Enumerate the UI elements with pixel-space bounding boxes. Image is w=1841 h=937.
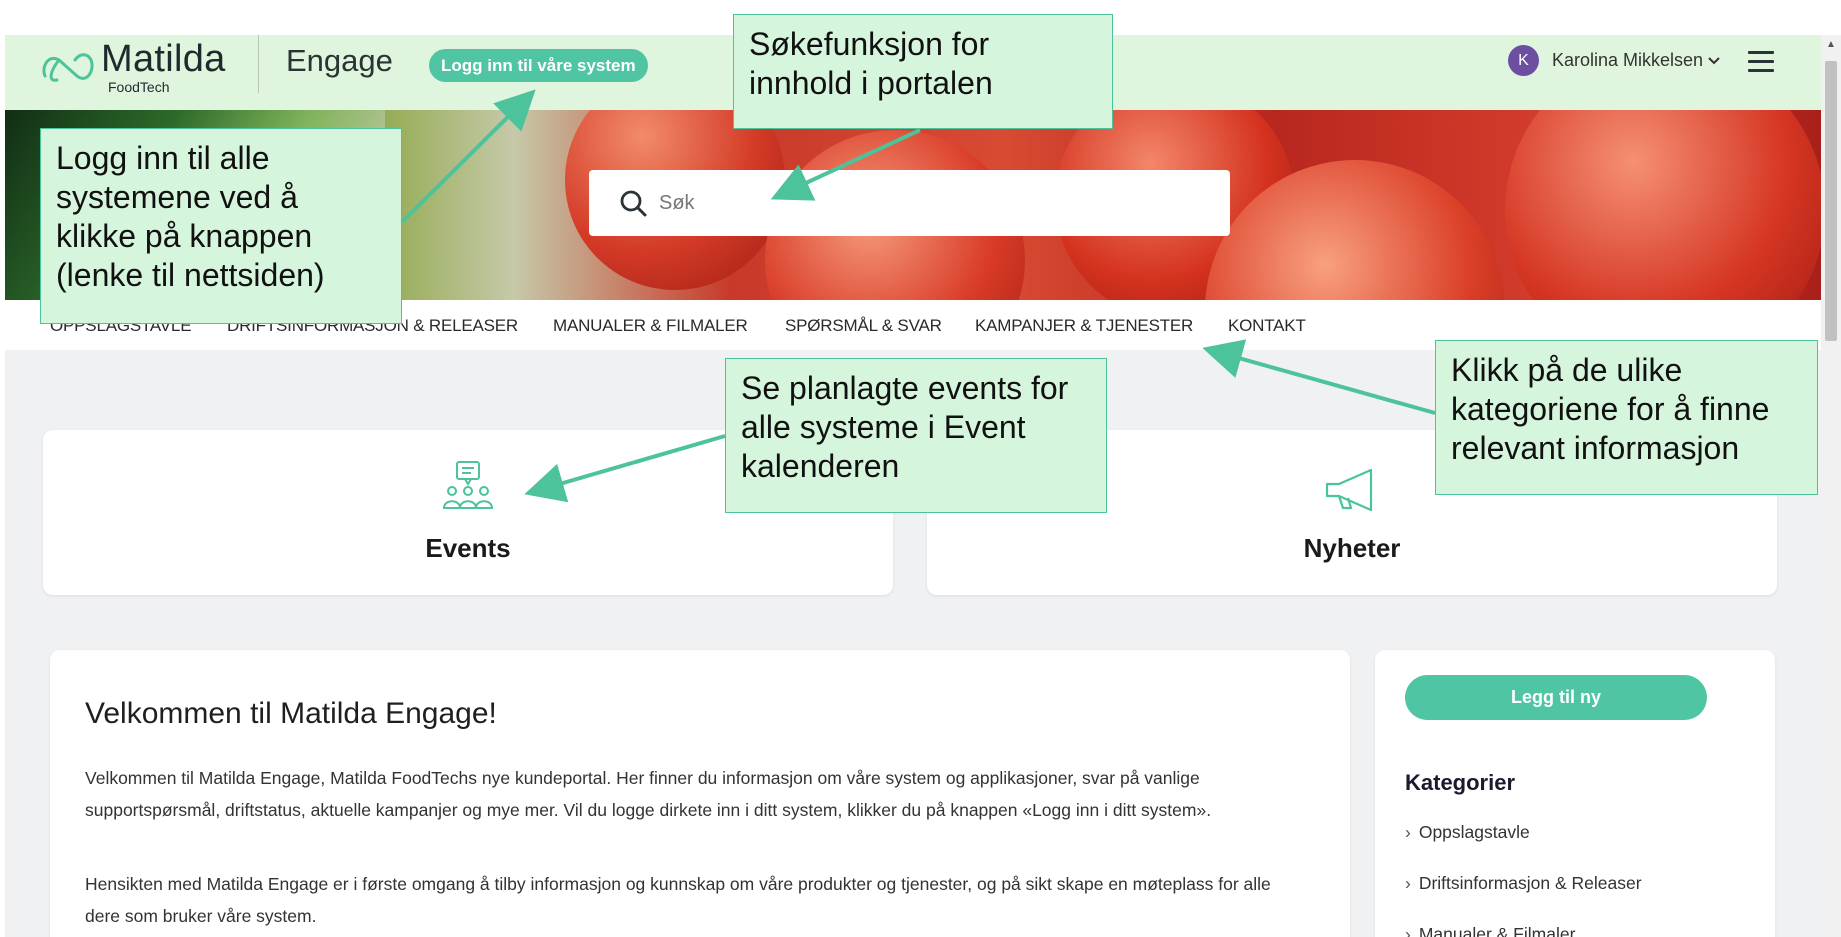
search-icon [620, 190, 647, 217]
category-label: Oppslagstavle [1418, 822, 1530, 842]
vertical-scrollbar[interactable]: ▲ [1821, 35, 1841, 937]
welcome-paragraph-1: Velkommen til Matilda Engage, Matilda Fo… [85, 768, 1212, 820]
nav-item-sporsmal[interactable]: SPØRSMÅL & SVAR [785, 316, 942, 336]
category-label: Manualer & Filmaler [1418, 924, 1576, 937]
categories-heading: Kategorier [1405, 770, 1516, 795]
chevron-down-icon [1708, 56, 1720, 64]
sidebar-category-manualer[interactable]: › Manualer & Filmaler [1405, 924, 1575, 937]
nav-item-kontakt[interactable]: KONTAKT [1228, 316, 1306, 336]
user-menu[interactable]: K Karolina Mikkelsen [1508, 45, 1720, 76]
nav-item-kampanjer[interactable]: KAMPANJER & TJENESTER [975, 316, 1193, 336]
news-card-title: Nyheter [1303, 533, 1401, 563]
welcome-paragraph-2: Hensikten med Matilda Engage er i første… [85, 874, 1271, 926]
megaphone-icon [1325, 468, 1373, 512]
annotation-search: Søkefunksjon for innhold i portalen [733, 14, 1113, 129]
category-label: Driftsinformasjon & Releaser [1418, 873, 1642, 893]
add-new-button[interactable]: Legg til ny [1405, 675, 1707, 720]
events-card-title: Events [425, 533, 511, 563]
avatar: K [1508, 45, 1539, 76]
annotation-events: Se planlagte events for alle systeme i E… [725, 358, 1107, 513]
sidebar-category-driftsinformasjon[interactable]: › Driftsinformasjon & Releaser [1405, 873, 1642, 894]
logo-sub-text: FoodTech [108, 79, 170, 95]
header-divider [258, 35, 259, 93]
welcome-title: Velkommen til Matilda Engage! [85, 697, 497, 730]
logo-mark-icon [42, 53, 94, 82]
scrollbar-thumb[interactable] [1825, 61, 1837, 341]
user-name: Karolina Mikkelsen [1552, 50, 1704, 70]
chevron-right-icon: › [1405, 924, 1411, 937]
chevron-right-icon: › [1405, 822, 1411, 842]
welcome-panel: Velkommen til Matilda Engage! Velkommen … [50, 650, 1350, 937]
search-input[interactable]: Søk [659, 192, 695, 215]
logo-main-text: Matilda [101, 38, 226, 80]
events-people-icon [442, 461, 494, 509]
hamburger-menu-icon[interactable] [1748, 51, 1774, 73]
chevron-right-icon: › [1405, 873, 1411, 893]
annotation-login: Logg inn til alle systemene ved å klikke… [40, 128, 402, 324]
logo-text: Matilda FoodTech [101, 38, 226, 95]
annotation-categories: Klikk på de ulike kategoriene for å finn… [1435, 340, 1818, 495]
sidebar-panel: Legg til ny Kategorier › Oppslagstavle › D… [1375, 650, 1775, 937]
search-bar[interactable]: Søk [589, 170, 1230, 236]
product-name: Engage [286, 43, 393, 78]
login-systems-button[interactable]: Logg inn til våre system [429, 49, 648, 82]
sidebar-category-oppslagstavle[interactable]: › Oppslagstavle [1405, 822, 1530, 843]
matilda-logo[interactable]: Matilda FoodTech [39, 39, 225, 99]
scroll-up-icon[interactable]: ▲ [1826, 39, 1836, 50]
nav-item-manualer[interactable]: MANUALER & FILMALER [553, 316, 748, 336]
